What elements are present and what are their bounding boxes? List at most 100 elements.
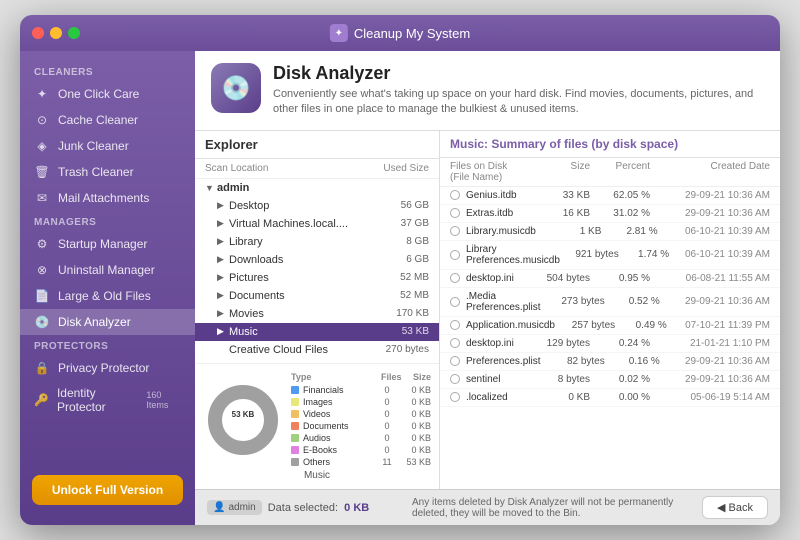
tree-item-size: 8 GB — [359, 236, 429, 247]
sidebar-item-trash-cleaner[interactable]: 🗑 Trash Cleaner — [20, 159, 195, 185]
file-date: 29-09-21 10:36 AM — [650, 190, 770, 201]
tree-item-size: 52 MB — [359, 290, 429, 301]
sidebar-item-disk-analyzer[interactable]: 💿 Disk Analyzer — [20, 309, 195, 335]
file-name: desktop.ini — [466, 273, 520, 284]
file-size: 33 KB — [520, 190, 590, 201]
tree-item-size: 270 bytes — [359, 344, 429, 355]
legend-color-dot — [291, 434, 299, 442]
sidebar-item-cache-cleaner[interactable]: ⊙ Cache Cleaner — [20, 107, 195, 133]
tree-item[interactable]: ▶ Movies 170 KB — [195, 305, 439, 323]
tree-item[interactable]: ▶ Virtual Machines.local.... 37 GB — [195, 215, 439, 233]
tree-item-name: admin — [217, 182, 359, 194]
tree-item-name: Virtual Machines.local.... — [229, 218, 359, 230]
file-row[interactable]: desktop.ini 129 bytes 0.24 % 21-01-21 1:… — [440, 335, 780, 353]
files-col-size: Size — [520, 161, 590, 183]
legend-item-files: 0 — [377, 445, 397, 455]
file-select-radio[interactable] — [450, 208, 460, 218]
tree-item-size: 52 MB — [359, 272, 429, 283]
files-col-percent: Percent — [590, 161, 650, 183]
maximize-button[interactable] — [68, 27, 80, 39]
sidebar-item-label: Privacy Protector — [58, 361, 149, 375]
donut-row: 53 KB Type Files Size Financials 0 0 KB — [203, 372, 431, 468]
file-select-radio[interactable] — [450, 250, 460, 260]
tree-item[interactable]: ▶ Downloads 6 GB — [195, 251, 439, 269]
file-select-radio[interactable] — [450, 273, 460, 283]
file-name: Extras.itdb — [466, 208, 520, 219]
legend-items-container: Financials 0 0 KB Images 0 0 KB Videos 0… — [291, 384, 431, 468]
tree-item[interactable]: ▶ Music 53 KB — [195, 323, 439, 341]
legend-row: Others 11 53 KB — [291, 456, 431, 468]
sidebar-item-identity-protector[interactable]: 🔑 Identity Protector 160 Items — [20, 381, 195, 419]
file-select-radio[interactable] — [450, 374, 460, 384]
back-button[interactable]: ◀ Back — [702, 496, 768, 519]
tree-item[interactable]: ▶ Pictures 52 MB — [195, 269, 439, 287]
managers-section-label: Managers — [20, 211, 195, 231]
tree-item[interactable]: Creative Cloud Files 270 bytes — [195, 341, 439, 359]
main-content: Cleaners ✦ One Click Care ⊙ Cache Cleane… — [20, 51, 780, 525]
file-percent: 1.74 % — [619, 249, 669, 260]
legend-item-name: Documents — [303, 421, 373, 431]
donut-chart: 53 KB — [203, 380, 283, 460]
identity-protector-count: 160 Items — [146, 390, 181, 410]
tree-arrow-icon: ▶ — [217, 254, 229, 265]
sidebar-item-startup-manager[interactable]: ⚙ Startup Manager — [20, 231, 195, 257]
legend-color-dot — [291, 386, 299, 394]
one-click-care-icon: ✦ — [34, 86, 50, 102]
explorer-panel: Explorer Scan Location Used Size ▼ admin… — [195, 131, 440, 489]
sidebar-item-label: Identity Protector — [57, 386, 136, 414]
startup-manager-icon: ⚙ — [34, 236, 50, 252]
tree-item-size: 53 KB — [359, 326, 429, 337]
file-select-radio[interactable] — [450, 190, 460, 200]
legend-color-dot — [291, 398, 299, 406]
unlock-full-version-button[interactable]: Unlock Full Version — [32, 475, 183, 505]
minimize-button[interactable] — [50, 27, 62, 39]
file-select-radio[interactable] — [450, 338, 460, 348]
junk-cleaner-icon: ◈ — [34, 138, 50, 154]
files-col-name: Files on Disk (File Name) — [450, 161, 520, 183]
sidebar-item-one-click-care[interactable]: ✦ One Click Care — [20, 81, 195, 107]
close-button[interactable] — [32, 27, 44, 39]
file-row[interactable]: Application.musicdb 257 bytes 0.49 % 07-… — [440, 317, 780, 335]
file-row[interactable]: Library Preferences.musicdb 921 bytes 1.… — [440, 241, 780, 270]
tree-item-name: Documents — [229, 290, 359, 302]
sidebar-item-large-old-files[interactable]: 📄 Large & Old Files — [20, 283, 195, 309]
sidebar-item-junk-cleaner[interactable]: ◈ Junk Cleaner — [20, 133, 195, 159]
tree-item[interactable]: ▶ Library 8 GB — [195, 233, 439, 251]
sidebar-item-uninstall-manager[interactable]: ⊗ Uninstall Manager — [20, 257, 195, 283]
col-size-header: Used Size — [359, 163, 429, 174]
files-list: Genius.itdb 33 KB 62.05 % 29-09-21 10:36… — [440, 187, 780, 489]
file-row[interactable]: desktop.ini 504 bytes 0.95 % 06-08-21 11… — [440, 270, 780, 288]
legend-item-size: 0 KB — [401, 421, 431, 431]
file-select-radio[interactable] — [450, 392, 460, 402]
sidebar-item-mail-attachments[interactable]: ✉ Mail Attachments — [20, 185, 195, 211]
file-row[interactable]: Preferences.plist 82 bytes 0.16 % 29-09-… — [440, 353, 780, 371]
tree-item[interactable]: ▼ admin — [195, 179, 439, 197]
legend-row: Images 0 0 KB — [291, 396, 431, 408]
legend-row: Documents 0 0 KB — [291, 420, 431, 432]
file-date: 06-08-21 11:55 AM — [650, 273, 770, 284]
file-select-radio[interactable] — [450, 320, 460, 330]
files-columns: Files on Disk (File Name) Size Percent C… — [440, 158, 780, 187]
file-select-radio[interactable] — [450, 226, 460, 236]
file-row[interactable]: .Media Preferences.plist 273 bytes 0.52 … — [440, 288, 780, 317]
legend-row: E-Books 0 0 KB — [291, 444, 431, 456]
file-row[interactable]: Extras.itdb 16 KB 31.02 % 29-09-21 10:36… — [440, 205, 780, 223]
file-select-radio[interactable] — [450, 297, 460, 307]
file-row[interactable]: Genius.itdb 33 KB 62.05 % 29-09-21 10:36… — [440, 187, 780, 205]
file-row[interactable]: .localized 0 KB 0.00 % 05-06-19 5:14 AM — [440, 389, 780, 407]
tree-item[interactable]: ▶ Documents 52 MB — [195, 287, 439, 305]
file-row[interactable]: sentinel 8 bytes 0.02 % 29-09-21 10:36 A… — [440, 371, 780, 389]
tree-arrow-icon: ▼ — [205, 183, 217, 193]
file-size: 8 bytes — [520, 374, 590, 385]
file-row[interactable]: Library.musicdb 1 KB 2.81 % 06-10-21 10:… — [440, 223, 780, 241]
file-select-radio[interactable] — [450, 356, 460, 366]
file-size: 273 bytes — [540, 296, 604, 307]
tree-area: ▼ admin ▶ Desktop 56 GB ▶ Virtual Machin… — [195, 179, 439, 363]
file-percent: 0.16 % — [605, 356, 660, 367]
legend-size-header: Size — [401, 372, 431, 382]
legend-color-dot — [291, 458, 299, 466]
sidebar-item-privacy-protector[interactable]: 🔒 Privacy Protector — [20, 355, 195, 381]
file-percent: 2.81 % — [601, 226, 657, 237]
tree-item[interactable]: ▶ Desktop 56 GB — [195, 197, 439, 215]
donut-bottom-label: Music — [304, 470, 330, 481]
